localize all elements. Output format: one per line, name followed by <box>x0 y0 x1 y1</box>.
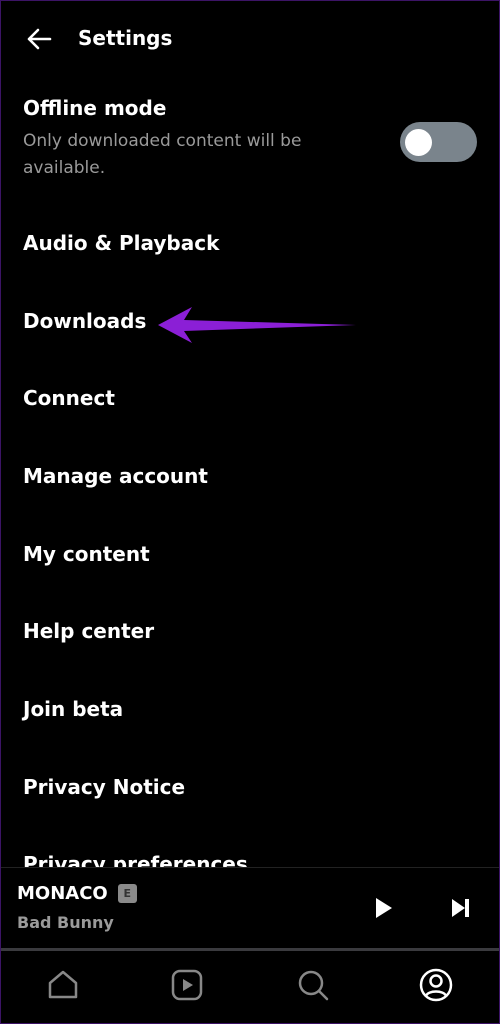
offline-mode-setting: Offline mode Only downloaded content wil… <box>23 96 353 182</box>
arrow-left-icon[interactable] <box>26 26 52 52</box>
bottom-nav <box>0 950 500 1024</box>
video-icon[interactable] <box>170 968 204 1002</box>
song-name: MONACO <box>17 883 108 904</box>
annotation-arrow-icon <box>158 307 356 343</box>
offline-mode-title: Offline mode <box>23 96 167 120</box>
skip-next-icon[interactable] <box>450 896 472 920</box>
profile-icon[interactable] <box>419 968 453 1002</box>
offline-mode-subtitle: Only downloaded content will be availabl… <box>23 131 302 178</box>
settings-item-manage-account[interactable]: Manage account <box>23 456 208 496</box>
home-icon[interactable] <box>46 968 80 1002</box>
toggle-knob <box>405 129 432 156</box>
page-title: Settings <box>78 26 173 50</box>
artist-name: Bad Bunny <box>17 913 114 932</box>
explicit-badge: E <box>117 884 137 903</box>
song-title: MONACO E <box>17 883 137 904</box>
header: Settings <box>0 18 500 60</box>
settings-item-help-center[interactable]: Help center <box>23 611 154 651</box>
settings-list: Audio & Playback Downloads Connect Manag… <box>0 204 500 868</box>
settings-item-downloads[interactable]: Downloads <box>23 301 146 341</box>
play-icon[interactable] <box>373 896 395 920</box>
settings-item-my-content[interactable]: My content <box>23 534 150 574</box>
settings-item-privacy-preferences[interactable]: Privacy preferences <box>23 844 248 868</box>
settings-item-audio-playback[interactable]: Audio & Playback <box>23 223 219 263</box>
settings-item-privacy-notice[interactable]: Privacy Notice <box>23 767 185 807</box>
mini-player[interactable]: MONACO E Bad Bunny <box>0 867 500 951</box>
search-icon[interactable] <box>296 968 330 1002</box>
offline-mode-toggle[interactable] <box>400 122 477 162</box>
settings-item-join-beta[interactable]: Join beta <box>23 689 123 729</box>
settings-item-connect[interactable]: Connect <box>23 378 115 418</box>
